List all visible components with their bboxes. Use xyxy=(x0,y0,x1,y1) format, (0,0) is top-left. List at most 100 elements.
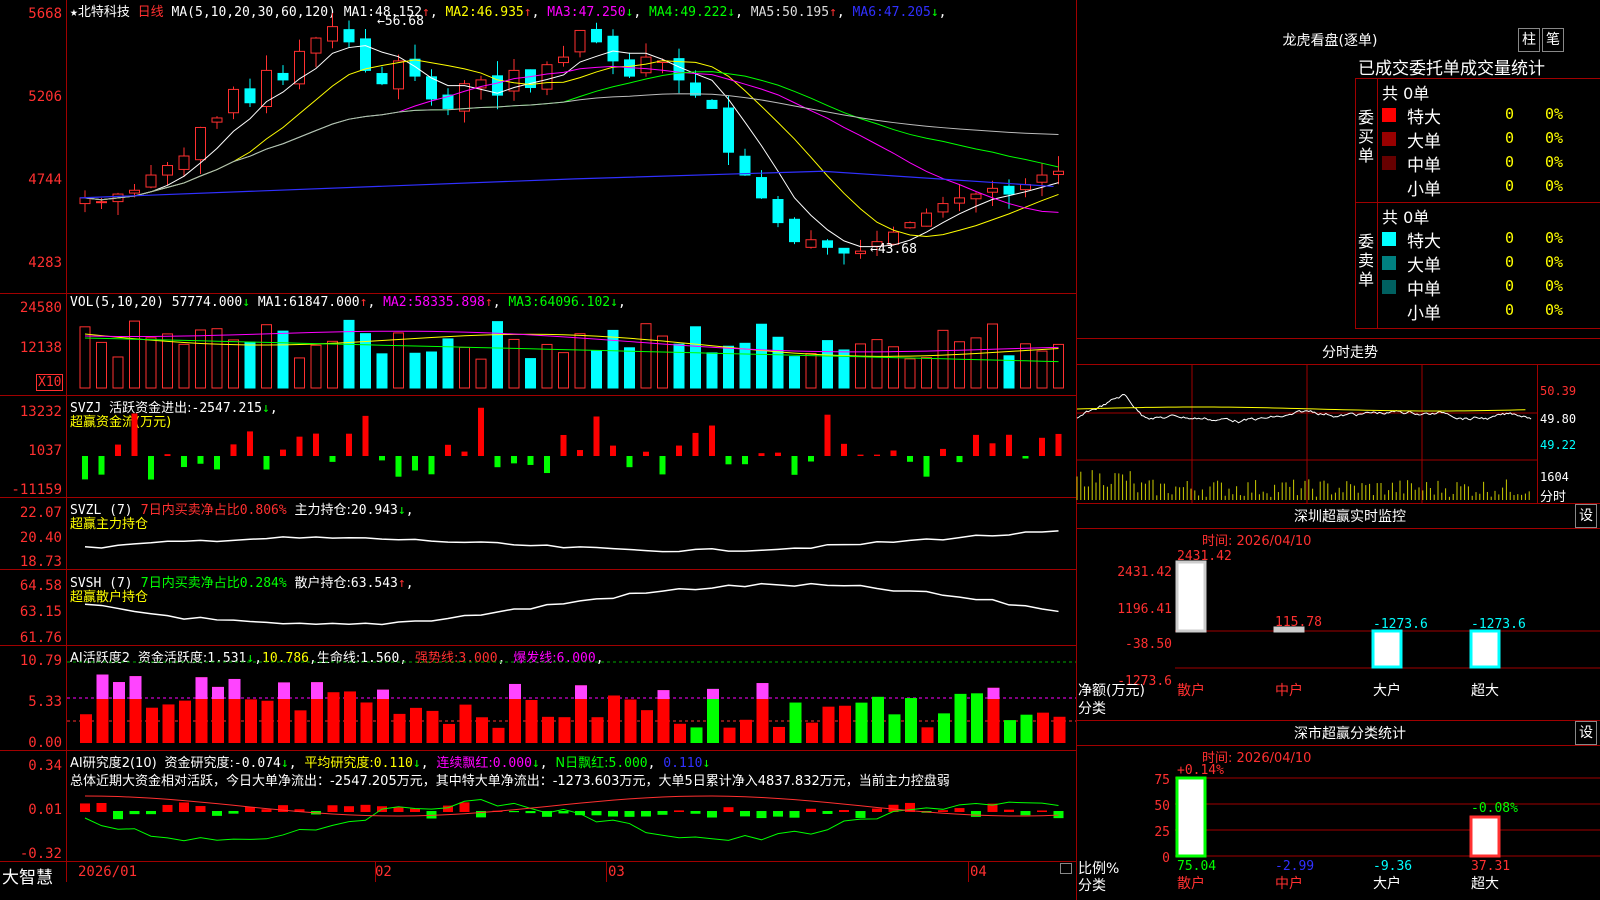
sz-settings-button[interactable]: 设 xyxy=(1575,504,1597,528)
flow-bar-31 xyxy=(593,416,600,456)
candle-body-30 xyxy=(574,29,586,53)
flow-bar-12 xyxy=(280,449,286,456)
sz-monitor-chart[interactable]: 2431.42 115.78 -1273.6 -1273.6 散户 中户 大户 超大 xyxy=(1175,549,1600,699)
flow-bar-41 xyxy=(758,453,765,456)
lock-icon[interactable] xyxy=(1060,863,1072,874)
flow-bar-16 xyxy=(346,433,352,456)
activity-top-7 xyxy=(195,677,208,699)
tick-view-button[interactable]: 笔 xyxy=(1542,28,1564,52)
divider-ai2 xyxy=(0,861,1076,862)
ss-cat-0: 散户 xyxy=(1177,875,1205,892)
vol-bar-53 xyxy=(954,341,965,389)
column-view-button[interactable]: 柱 xyxy=(1518,28,1540,52)
vol-bar-41 xyxy=(756,323,767,389)
vol-bar-33 xyxy=(624,347,635,389)
vol-bar-13 xyxy=(294,357,305,389)
sell-total: 共 0单 xyxy=(1382,208,1430,227)
candle-body-45 xyxy=(822,240,833,248)
activity-top-1 xyxy=(96,674,109,699)
research-bar-38 xyxy=(707,811,717,818)
fund-flow-chart[interactable] xyxy=(67,396,1076,497)
candle-body-54 xyxy=(970,193,982,200)
candle-body-37 xyxy=(690,82,701,96)
research-chart[interactable] xyxy=(67,751,1076,861)
activity-chart[interactable] xyxy=(67,646,1076,750)
high-mark: ←56.68 xyxy=(377,14,424,29)
sz-tick-0: 2431.42 xyxy=(1117,565,1172,580)
research-bar-4 xyxy=(146,811,156,815)
buy-name-1: 大单 xyxy=(1407,132,1441,152)
research-bar-43 xyxy=(789,811,800,818)
ss-class-chart[interactable]: +0.14% -0.08% 75.04 -2.99 -9.36 37.31 散户 中户 大户 超大 xyxy=(1175,762,1600,900)
buy-count-2: 0 xyxy=(1505,153,1515,171)
candle-body-51 xyxy=(921,212,932,227)
activity-bar-28 xyxy=(542,716,554,743)
sz-bar-0 xyxy=(1175,560,1207,633)
flow-bar-21 xyxy=(428,456,435,475)
vol-bar-59 xyxy=(1053,343,1064,389)
ss-bar-0 xyxy=(1175,776,1207,858)
ma-line-2 xyxy=(84,65,1059,213)
intraday-chart[interactable] xyxy=(1076,365,1537,503)
candle-body-4 xyxy=(145,174,157,188)
candle-body-10 xyxy=(244,88,256,104)
ss-title: 深市超赢分类统计 xyxy=(1294,726,1406,742)
sell-pct-2: 0% xyxy=(1545,277,1564,295)
research-bar-2 xyxy=(113,811,123,820)
sell-name-2: 中单 xyxy=(1407,280,1441,300)
sell-swatch-1 xyxy=(1382,256,1396,270)
buy-total: 共 0单 xyxy=(1382,84,1430,103)
sell-count-2: 0 xyxy=(1505,277,1515,295)
kline-chart[interactable] xyxy=(67,0,1076,293)
activity-bar-29 xyxy=(558,717,571,743)
buy-name-2: 中单 xyxy=(1407,156,1441,176)
retail-holding-line xyxy=(84,582,1059,626)
activity-top-35 xyxy=(657,690,670,699)
vol-bar-20 xyxy=(409,352,421,389)
vol-bar-38 xyxy=(706,352,718,389)
research-bar-40 xyxy=(740,811,750,817)
activity-bar-50 xyxy=(905,698,917,743)
svsh-y-tick-1: 63.15 xyxy=(19,604,62,620)
candle-body-59 xyxy=(1053,170,1064,176)
candle-body-23 xyxy=(459,83,470,112)
main-holding-chart[interactable] xyxy=(67,498,1076,569)
activity-top-3 xyxy=(129,676,142,699)
svsh-y-tick-2: 61.76 xyxy=(19,630,62,646)
ss-settings-button[interactable]: 设 xyxy=(1575,721,1597,745)
research-bar-7 xyxy=(195,806,206,812)
research-bar-46 xyxy=(839,810,849,812)
candle-body-29 xyxy=(558,56,569,64)
research-bar-53 xyxy=(954,808,965,812)
flow-bar-50 xyxy=(907,456,913,462)
candle-body-47 xyxy=(855,250,866,255)
activity-bar-22 xyxy=(443,723,455,743)
activity-bar-37 xyxy=(690,727,703,743)
candle-body-16 xyxy=(343,29,355,43)
candle-body-14 xyxy=(310,37,322,54)
vol-bar-19 xyxy=(393,332,404,389)
activity-bar-11 xyxy=(261,700,274,743)
flow-bar-59 xyxy=(1055,433,1062,456)
retail-holding-chart[interactable] xyxy=(67,570,1076,645)
activity-bar-33 xyxy=(624,699,637,743)
flow-bar-5 xyxy=(164,454,171,456)
ss-cat-3: 超大 xyxy=(1471,876,1499,892)
research-bar-31 xyxy=(591,811,602,816)
volume-chart[interactable] xyxy=(67,294,1076,395)
activity-bar-57 xyxy=(1020,714,1033,743)
research-bar-16 xyxy=(344,806,354,812)
candle-body-17 xyxy=(360,38,371,71)
flow-bar-43 xyxy=(791,456,798,475)
research-bar-1 xyxy=(96,803,107,812)
candle-body-38 xyxy=(706,99,718,109)
activity-top-41 xyxy=(756,683,769,699)
research-bar-56 xyxy=(1004,809,1014,812)
research-bar-15 xyxy=(327,805,338,812)
flow-bar-48 xyxy=(874,454,880,456)
activity-bar-58 xyxy=(1037,712,1049,743)
activity-bar-46 xyxy=(839,705,851,743)
flow-bar-52 xyxy=(940,448,946,456)
buy-swatch-2 xyxy=(1382,156,1396,170)
x-label-1: 02 xyxy=(375,864,392,880)
